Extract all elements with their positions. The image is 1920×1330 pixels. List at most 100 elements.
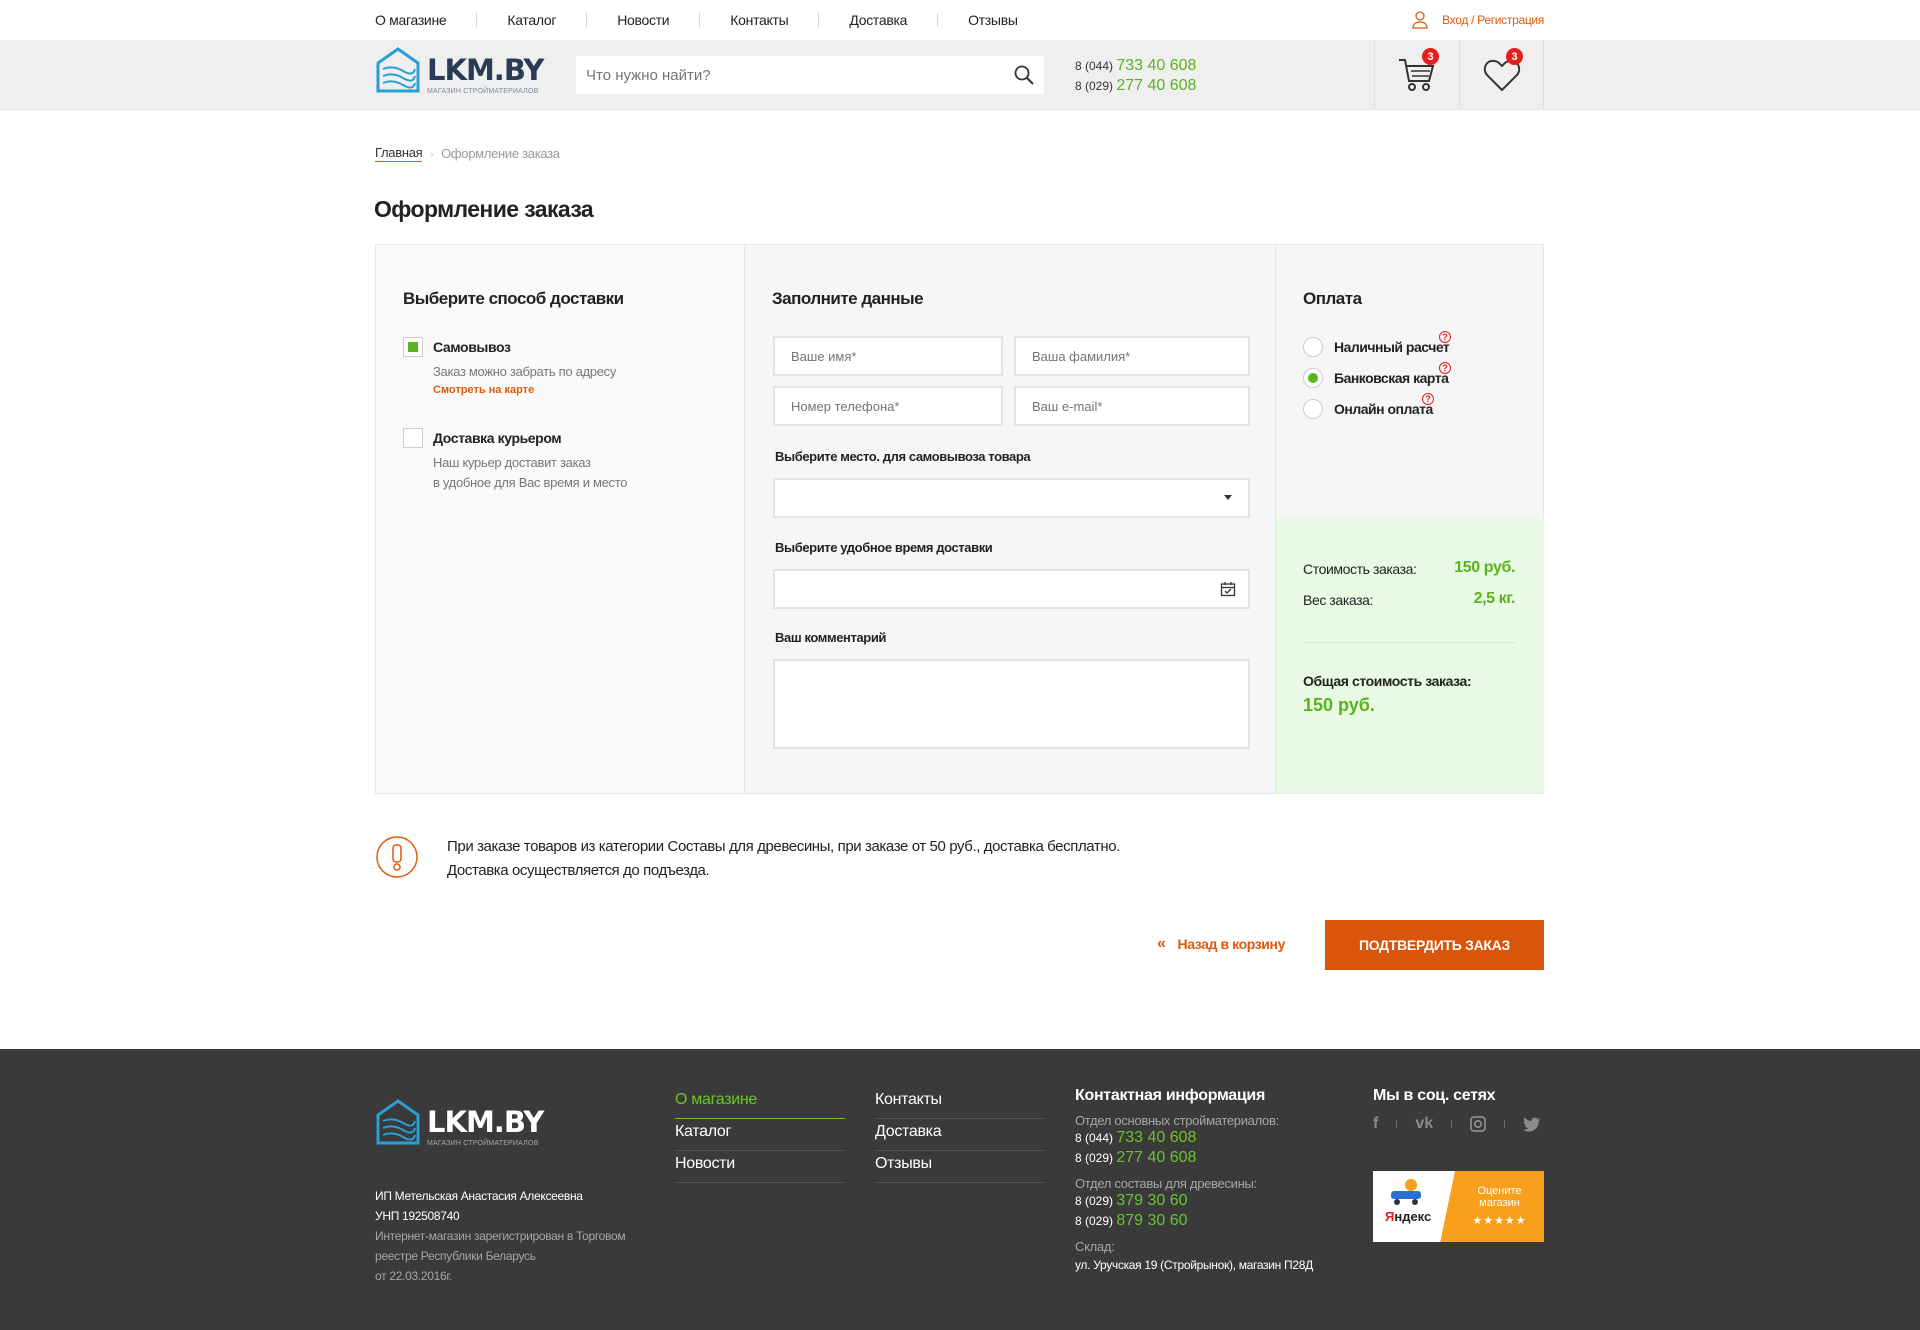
order-cost-row: Стоимость заказа: 150 руб. [1303, 559, 1515, 577]
cart-count-badge: 3 [1422, 48, 1439, 65]
form-heading: Заполните данные [772, 289, 924, 308]
vk-icon[interactable]: vk [1415, 1115, 1433, 1133]
wishlist-button[interactable]: 3 [1459, 40, 1544, 110]
social-heading: Мы в соц. сетях [1373, 1087, 1496, 1104]
yandex-wordmark: Яндекс [1385, 1209, 1431, 1224]
payment-heading: Оплата [1303, 289, 1362, 308]
phone-number: 733 40 608 [1116, 1129, 1197, 1146]
email-input[interactable] [1016, 388, 1248, 424]
footer-logo[interactable]: LKM.BY МАГАЗИН СТРОЙМАТЕРИАЛОВ [375, 1099, 544, 1147]
phone-code: 8 (029) [1075, 1214, 1114, 1228]
rate-line: магазин [1479, 1197, 1520, 1209]
search-icon[interactable] [1014, 65, 1034, 85]
calendar-icon[interactable] [1220, 581, 1236, 597]
yandex-wordmark-rest: ндекс [1394, 1209, 1432, 1224]
phone-number: 379 30 60 [1116, 1192, 1188, 1209]
pickup-title: Самовывоз [433, 339, 511, 355]
contacts-heading: Контактная информация [1075, 1087, 1265, 1104]
order-cost-label: Стоимость заказа: [1303, 561, 1417, 577]
search-box [575, 55, 1045, 95]
comment-textarea[interactable] [775, 661, 1248, 747]
courier-desc-line: в удобное для Вас время и место [433, 475, 628, 490]
footer-nav-col2: Контакты Доставка Отзывы [875, 1087, 1045, 1183]
phone-row[interactable]: 8 (029) 379 30 60 [1075, 1191, 1335, 1211]
topnav-link-delivery[interactable]: Доставка [849, 12, 907, 28]
card-radio[interactable] [1303, 368, 1323, 388]
last-name-input[interactable] [1016, 338, 1248, 374]
footer-social: Мы в соц. сетях f vk [1373, 1087, 1541, 1133]
back-to-cart-link[interactable]: « Назад в корзину [1157, 935, 1285, 953]
help-icon[interactable]: ? [1422, 393, 1434, 405]
footer-link-catalog[interactable]: Каталог [675, 1119, 845, 1151]
topnav-link-about[interactable]: О магазине [375, 12, 447, 28]
phone-code: 8 (044) [1075, 59, 1114, 73]
view-on-map-link[interactable]: Смотреть на карте [433, 384, 534, 396]
top-links: О магазине Каталог Новости Контакты Дост… [375, 0, 1018, 40]
phone-row[interactable]: 8 (029) 277 40 608 [1075, 76, 1196, 96]
phone-number: 733 40 608 [1116, 57, 1197, 74]
comment-field [773, 659, 1250, 749]
footer-link-about[interactable]: О магазине [675, 1087, 845, 1119]
first-name-input[interactable] [775, 338, 1001, 374]
courier-checkbox[interactable] [403, 428, 423, 448]
logo-house-icon [376, 1099, 420, 1145]
footer-link-news[interactable]: Новости [675, 1151, 845, 1183]
site-logo[interactable]: LKM.BY МАГАЗИН СТРОЙМАТЕРИАЛОВ [375, 47, 544, 95]
help-icon[interactable]: ? [1439, 331, 1451, 343]
cart-button[interactable]: 3 [1374, 40, 1459, 110]
phone-input[interactable] [775, 388, 1001, 424]
customer-data-column: Заполните данные Выберите место. для сам… [745, 245, 1275, 793]
breadcrumb: Главная › Оформление заказа [375, 145, 560, 162]
confirm-order-button[interactable]: ПОДТВЕРДИТЬ ЗАКАЗ [1325, 920, 1544, 970]
courier-desc: Наш курьер доставит заказ в удобное для В… [433, 453, 627, 493]
breadcrumb-home[interactable]: Главная [375, 145, 423, 162]
delivery-time-picker[interactable] [773, 569, 1250, 609]
divider [1396, 1120, 1398, 1128]
phone-field [773, 386, 1003, 426]
cash-radio[interactable] [1303, 337, 1323, 357]
login-link[interactable]: Вход / Регистрация [1412, 0, 1544, 40]
pickup-checkbox[interactable] [403, 337, 423, 357]
yandex-wordmark-y: Я [1385, 1209, 1395, 1224]
footer-link-contacts[interactable]: Контакты [875, 1087, 1045, 1119]
phone-row[interactable]: 8 (044) 733 40 608 [1075, 56, 1196, 76]
instagram-icon[interactable] [1470, 1116, 1487, 1132]
twitter-icon[interactable] [1523, 1116, 1541, 1132]
divider [937, 13, 939, 27]
footer-link-reviews[interactable]: Отзывы [875, 1151, 1045, 1183]
header-phones: 8 (044) 733 40 608 8 (029) 277 40 608 [1075, 56, 1196, 96]
phone-row[interactable]: 8 (044) 733 40 608 [1075, 1128, 1335, 1148]
online-radio[interactable] [1303, 399, 1323, 419]
rate-line: Оцените [1477, 1185, 1522, 1197]
user-icon [1412, 11, 1428, 29]
phone-code: 8 (044) [1075, 1131, 1114, 1145]
topnav-link-reviews[interactable]: Отзывы [968, 12, 1018, 28]
order-weight-row: Вес заказа: 2,5 кг. [1303, 590, 1515, 608]
topnav-link-contacts[interactable]: Контакты [730, 12, 788, 28]
last-name-field [1014, 336, 1250, 376]
delivery-column: Выберите способ доставки Самовывоз Заказ… [376, 245, 745, 793]
double-chevron-left-icon: « [1157, 935, 1166, 952]
phone-number: 879 30 60 [1116, 1212, 1188, 1229]
pickup-place-select[interactable] [773, 478, 1250, 518]
footer-link-delivery[interactable]: Доставка [875, 1119, 1045, 1151]
legal-name: ИП Метельская Анастасия Алексеевна [375, 1189, 583, 1203]
phone-row[interactable]: 8 (029) 277 40 608 [1075, 1148, 1335, 1168]
phone-row[interactable]: 8 (029) 879 30 60 [1075, 1211, 1335, 1231]
legal-unp: УНП 192508740 [375, 1209, 460, 1223]
facebook-icon[interactable]: f [1373, 1115, 1378, 1133]
payment-column: Оплата Наличный расчет ? Банковская карт… [1275, 245, 1544, 793]
search-input[interactable] [576, 56, 996, 94]
topnav-link-news[interactable]: Новости [617, 12, 669, 28]
topnav-link-catalog[interactable]: Каталог [507, 12, 556, 28]
star-rating-icon: ★★★★★ [1472, 1215, 1527, 1227]
notice-line: Доставка осуществляется до подъезда. [447, 862, 710, 879]
logo-tagline: МАГАЗИН СТРОЙМАТЕРИАЛОВ [427, 1140, 539, 1147]
help-icon[interactable]: ? [1439, 362, 1451, 374]
social-icons: f vk [1373, 1115, 1541, 1133]
yandex-rate-badge[interactable]: Яндекс Оцените магазин ★★★★★ [1373, 1171, 1544, 1242]
phone-code: 8 (029) [1075, 1194, 1114, 1208]
yandex-mascot-icon [1391, 1179, 1421, 1205]
delivery-time-label: Выберите удобное время доставки [775, 540, 993, 555]
order-weight-label: Вес заказа: [1303, 592, 1373, 608]
